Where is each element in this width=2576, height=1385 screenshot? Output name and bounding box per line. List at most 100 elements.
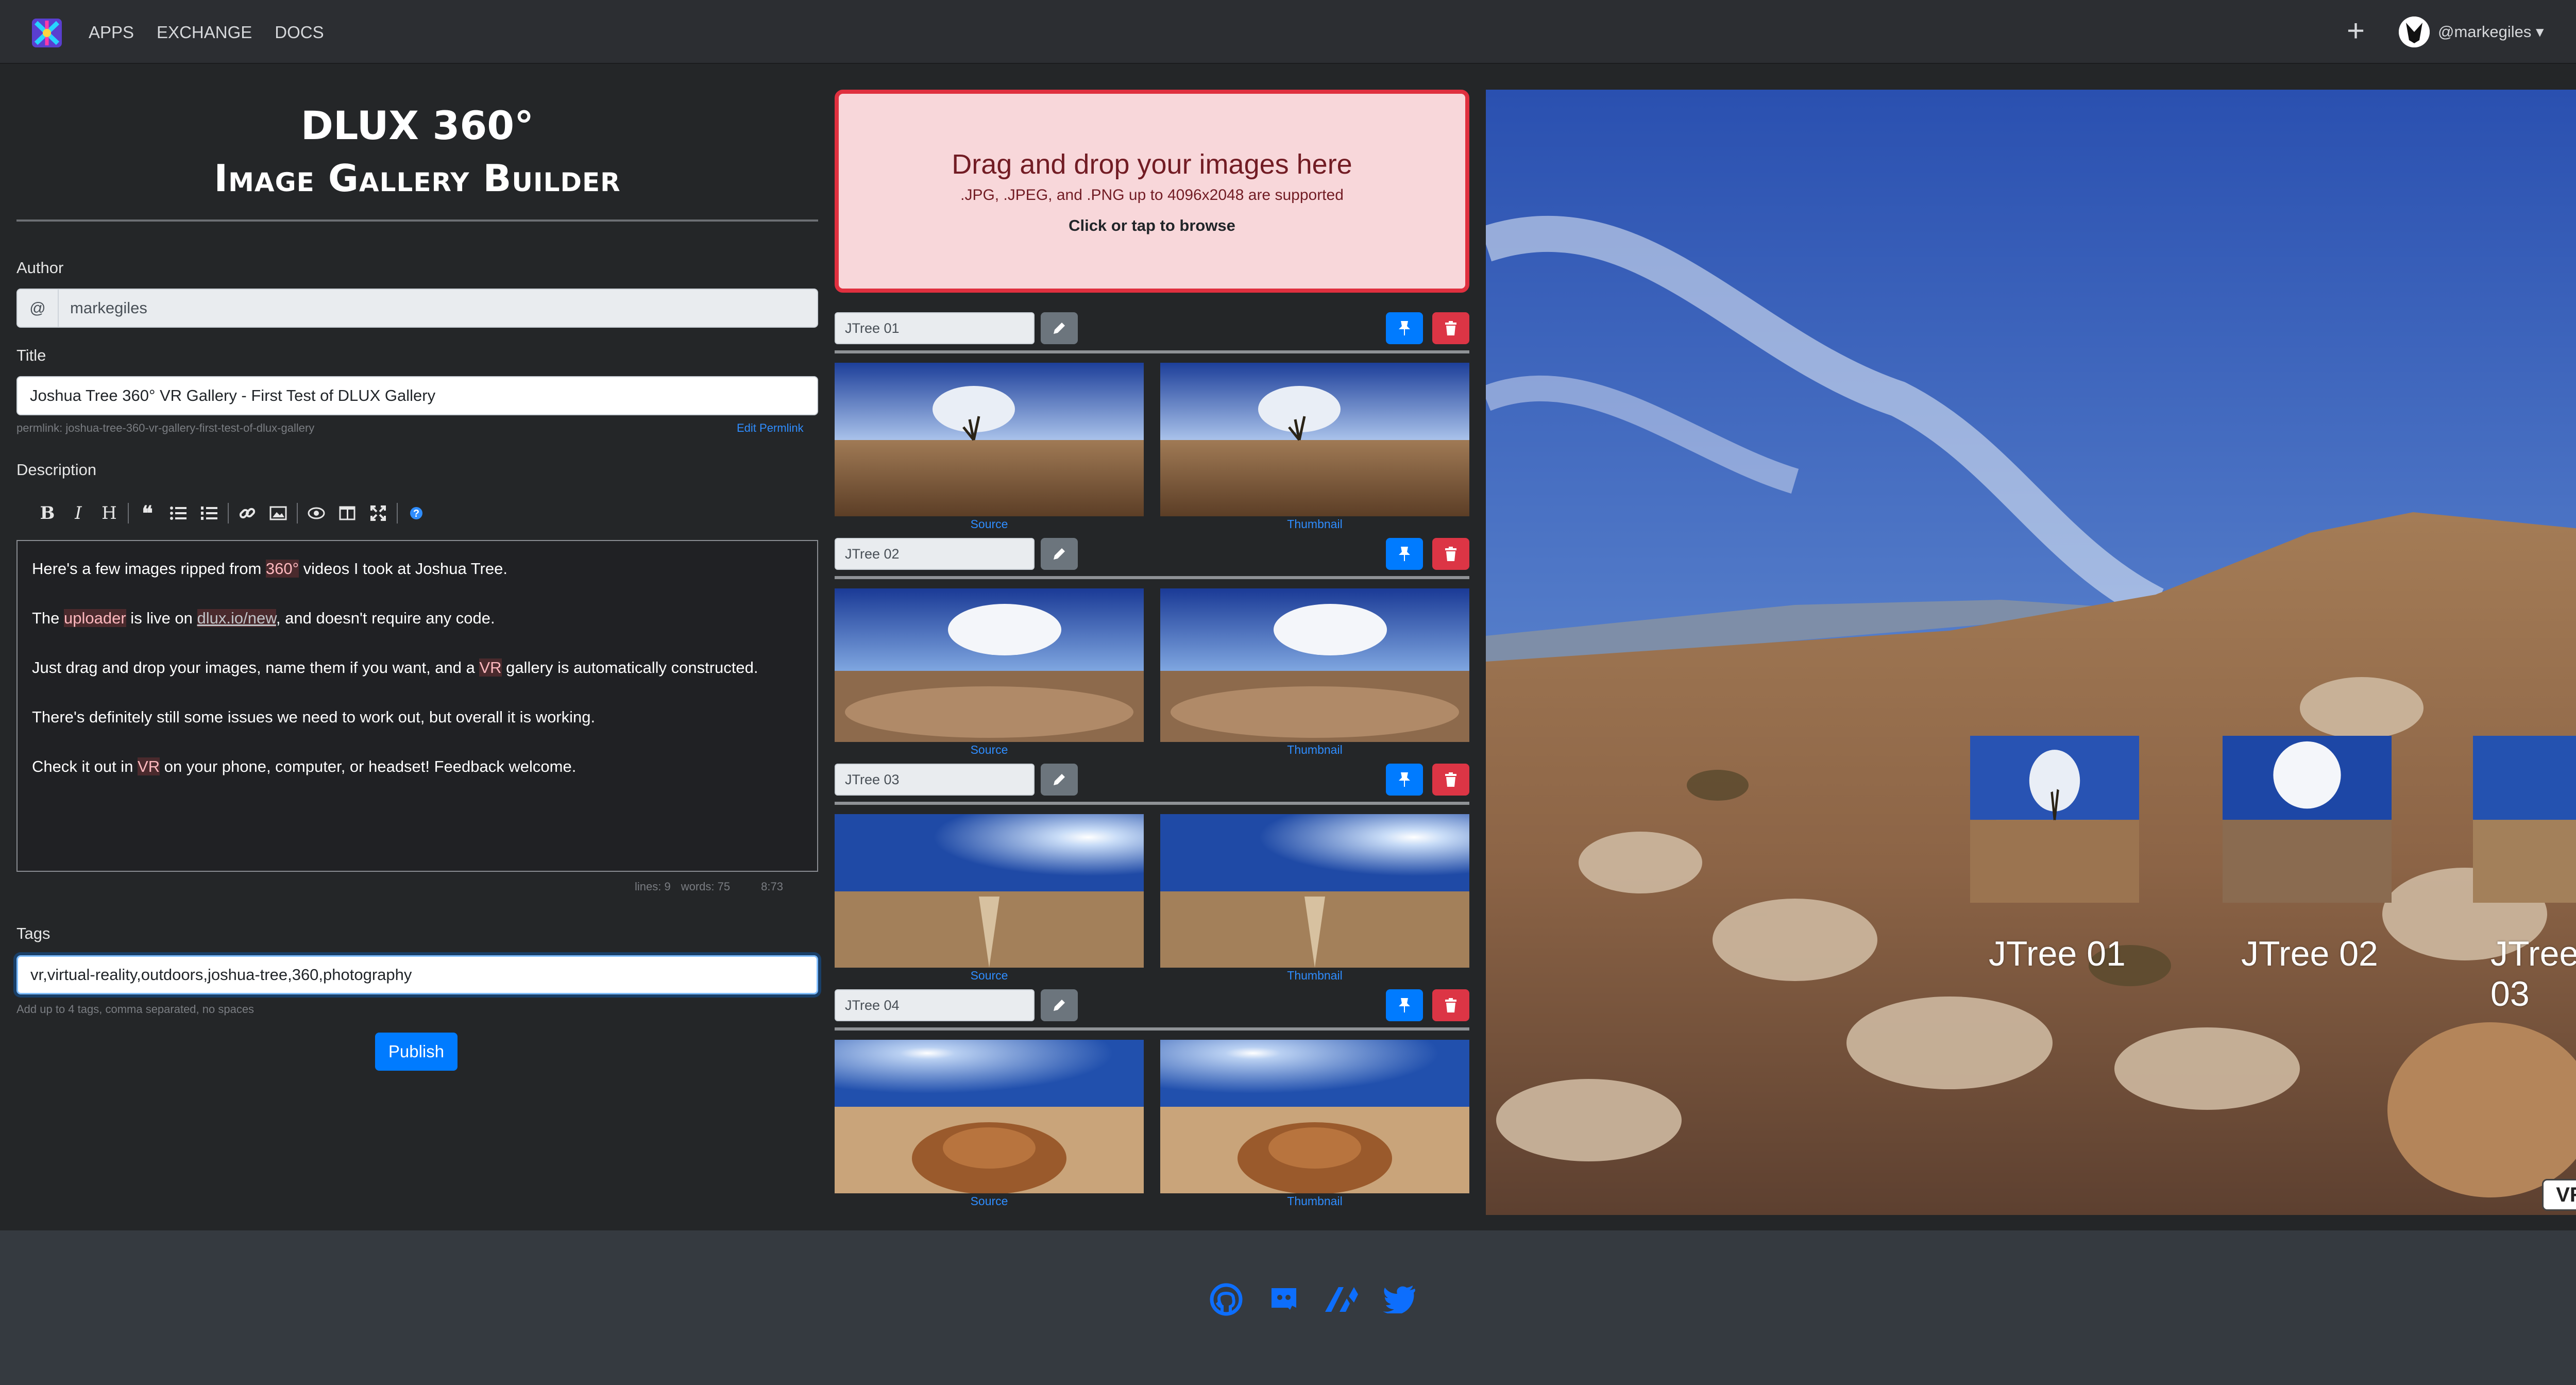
plus-icon[interactable]: + — [2347, 14, 2365, 47]
scene-label[interactable]: JTree 01 — [1989, 934, 2126, 974]
unordered-list-icon[interactable] — [163, 499, 194, 528]
nav-link-apps[interactable]: APPS — [89, 23, 134, 42]
thumbnail-caption: Thumbnail — [1287, 969, 1343, 982]
panorama-scene — [1486, 90, 2576, 1215]
link-icon[interactable] — [232, 499, 263, 528]
at-prefix: @ — [16, 289, 59, 328]
tags-help: Add up to 4 tags, comma separated, no sp… — [16, 1003, 255, 1016]
thumbnail-image[interactable] — [1160, 363, 1469, 516]
preview-icon[interactable] — [301, 499, 332, 528]
source-image[interactable] — [835, 814, 1144, 968]
delete-button[interactable] — [1432, 312, 1469, 344]
scene-label[interactable]: JTree 03 — [2490, 934, 2576, 1014]
dropzone-browse: Click or tap to browse — [1069, 216, 1235, 234]
vr-viewer[interactable]: JTree 01 JTree 02 JTree 03 VR — [1486, 90, 2576, 1215]
scene-thumb-1[interactable] — [1970, 736, 2139, 903]
trash-icon — [1445, 321, 1456, 335]
edit-button[interactable] — [1041, 312, 1078, 344]
source-caption: Source — [970, 1194, 1008, 1208]
thumbnail-caption: Thumbnail — [1287, 743, 1343, 756]
source-image[interactable] — [835, 363, 1144, 516]
thumbnail-image[interactable] — [1160, 1040, 1469, 1193]
quote-icon[interactable]: ❝ — [132, 499, 163, 528]
vr-button[interactable]: VR — [2542, 1179, 2576, 1211]
dropzone[interactable]: Drag and drop your images here .JPG, .JP… — [835, 90, 1469, 293]
nav-link-docs[interactable]: DOCS — [275, 23, 324, 42]
pin-icon — [1399, 998, 1410, 1012]
image-name-field[interactable] — [835, 989, 1035, 1021]
edit-button[interactable] — [1041, 764, 1078, 796]
pin-button[interactable] — [1386, 538, 1423, 570]
line-count: lines: 9 — [635, 880, 671, 893]
source-image[interactable] — [835, 1040, 1144, 1193]
nav-link-exchange[interactable]: EXCHANGE — [157, 23, 252, 42]
thumbnail-caption: Thumbnail — [1287, 517, 1343, 531]
thumbnail-image[interactable] — [1160, 588, 1469, 742]
source-caption: Source — [970, 743, 1008, 756]
pin-button[interactable] — [1386, 764, 1423, 796]
pencil-icon — [1054, 548, 1065, 560]
trash-icon — [1445, 998, 1456, 1012]
pin-icon — [1399, 547, 1410, 561]
title-field[interactable] — [16, 376, 818, 415]
scene-thumb-2[interactable] — [2223, 736, 2392, 903]
edit-permlink-link[interactable]: Edit Permlink — [737, 421, 804, 435]
edit-button[interactable] — [1041, 538, 1078, 570]
author-label: Author — [16, 259, 64, 277]
image-name-field[interactable] — [835, 312, 1035, 344]
twitter-icon[interactable] — [1379, 1279, 1420, 1320]
delete-button[interactable] — [1432, 538, 1469, 570]
pin-icon — [1399, 321, 1410, 335]
title-line-1: DLUX 360° — [300, 103, 534, 148]
tags-label: Tags — [16, 924, 50, 942]
pencil-icon — [1054, 323, 1065, 334]
caret-down-icon: ▾ — [2535, 23, 2544, 41]
github-icon[interactable] — [1206, 1279, 1247, 1320]
ordered-list-icon[interactable] — [194, 499, 225, 528]
side-by-side-icon[interactable] — [332, 499, 363, 528]
pencil-icon — [1054, 1000, 1065, 1011]
dlux-link[interactable]: dlux.io/new — [197, 609, 276, 627]
image-name-field[interactable] — [835, 764, 1035, 796]
italic-icon[interactable]: I — [63, 499, 94, 528]
image-icon[interactable] — [263, 499, 294, 528]
scene-label[interactable]: JTree 02 — [2241, 934, 2378, 974]
guide-icon[interactable]: ? — [401, 499, 432, 528]
title-line-2: Image Gallery Builder — [214, 157, 621, 200]
pin-button[interactable] — [1386, 312, 1423, 344]
delete-button[interactable] — [1432, 989, 1469, 1021]
publish-button[interactable]: Publish — [375, 1033, 457, 1071]
description-label: Description — [16, 461, 97, 479]
bold-icon[interactable]: B — [32, 499, 63, 528]
thumbnail-image[interactable] — [1160, 814, 1469, 968]
avatar[interactable] — [2399, 16, 2430, 47]
author-field[interactable] — [59, 289, 818, 328]
divider — [835, 1027, 1469, 1031]
dropzone-title: Drag and drop your images here — [952, 149, 1352, 180]
pin-icon — [1399, 772, 1410, 787]
hive-icon[interactable] — [1321, 1279, 1362, 1320]
source-caption: Source — [970, 969, 1008, 982]
description-paragraph: Just drag and drop your images, name the… — [32, 658, 758, 677]
heading-icon[interactable]: H — [94, 499, 125, 528]
delete-button[interactable] — [1432, 764, 1469, 796]
dlux-logo-icon[interactable] — [29, 15, 65, 50]
fullscreen-icon[interactable] — [363, 499, 394, 528]
discord-icon[interactable] — [1263, 1279, 1304, 1320]
source-caption: Source — [970, 517, 1008, 531]
markdown-toolbar: B I H ❝ ? — [32, 499, 432, 528]
source-image[interactable] — [835, 588, 1144, 742]
scene-thumb-3[interactable] — [2473, 736, 2576, 903]
image-name-field[interactable] — [835, 538, 1035, 570]
thumbnail-caption: Thumbnail — [1287, 1194, 1343, 1208]
title-label: Title — [16, 346, 46, 364]
divider — [835, 350, 1469, 353]
description-editor[interactable]: Here's a few images ripped from 360° vid… — [16, 540, 818, 872]
user-menu[interactable]: @markegiles ▾ — [2438, 23, 2544, 41]
trash-icon — [1445, 547, 1456, 561]
navbar: APPS EXCHANGE DOCS + @markegiles ▾ — [0, 0, 2576, 64]
pin-button[interactable] — [1386, 989, 1423, 1021]
description-paragraph: There's definitely still some issues we … — [32, 708, 596, 726]
edit-button[interactable] — [1041, 989, 1078, 1021]
tags-field[interactable] — [16, 955, 818, 994]
